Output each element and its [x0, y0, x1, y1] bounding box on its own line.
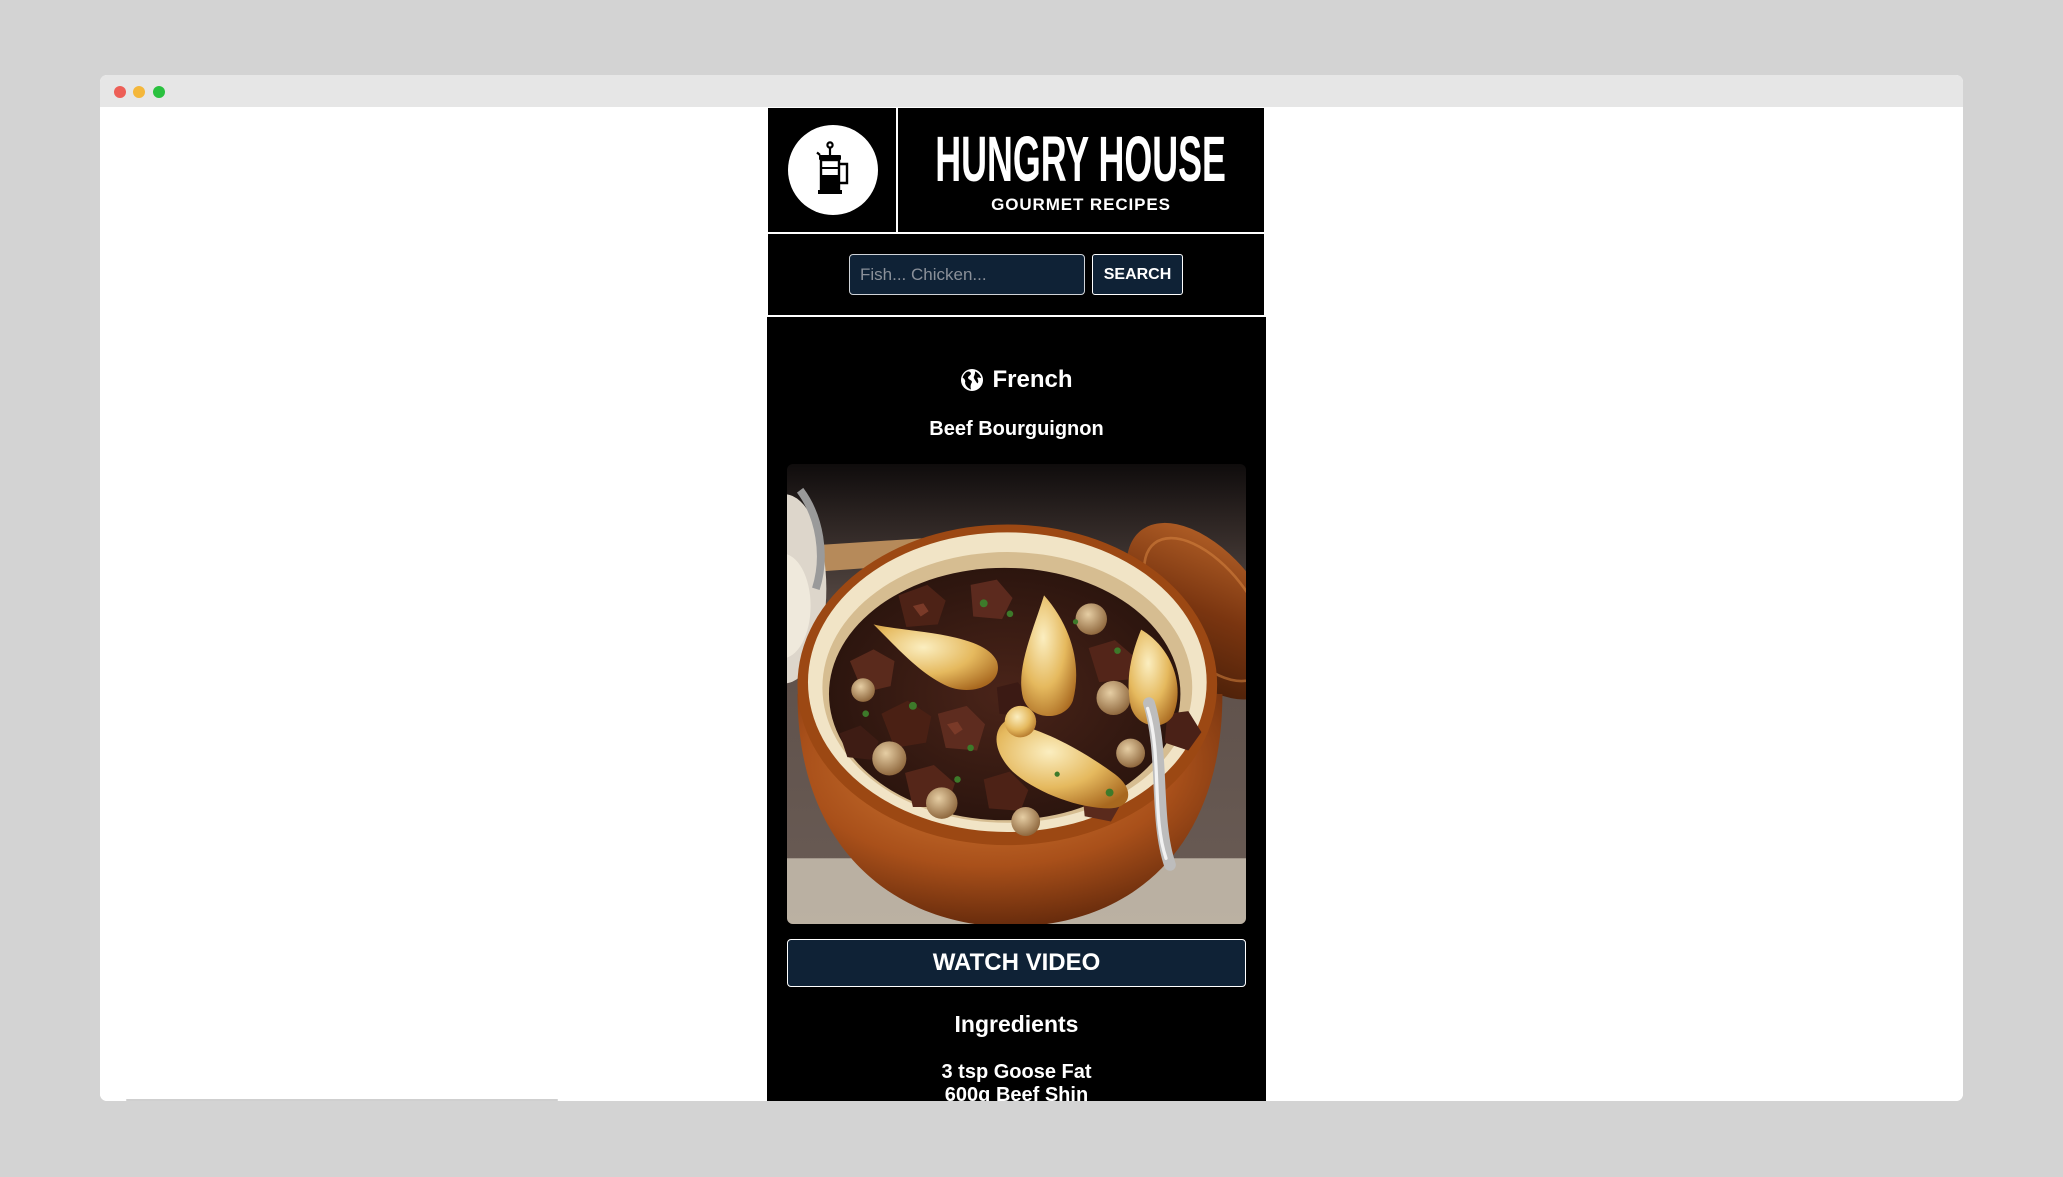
brand-title-container: HUNGRY HOUSE: [898, 127, 1264, 191]
site-header: HUNGRY HOUSE GOURMET RECIPES: [768, 108, 1264, 232]
ingredient-item: 3 tsp Goose Fat: [941, 1061, 1092, 1083]
recipe-photo-image: [787, 464, 1246, 924]
watch-video-button[interactable]: WATCH VIDEO: [787, 939, 1246, 987]
globe-icon: [961, 369, 984, 391]
window-titlebar: [100, 75, 1963, 107]
minimize-window-button[interactable]: [133, 86, 145, 98]
search-bar: SEARCH: [768, 234, 1264, 315]
browser-window: HUNGRY HOUSE GOURMET RECIPES SEARCH Fren…: [100, 75, 1963, 1101]
page-viewport: HUNGRY HOUSE GOURMET RECIPES SEARCH Fren…: [100, 107, 1963, 1101]
brand-wordmark[interactable]: HUNGRY HOUSE GOURMET RECIPES: [898, 108, 1264, 232]
ingredients-heading: Ingredients: [954, 1011, 1079, 1037]
cuisine-name: French: [992, 366, 1073, 393]
recipe-card: French Beef Bourguignon WATCH VIDEO Ingr…: [767, 317, 1266, 1101]
brand-title: HUNGRY HOUSE: [935, 123, 1227, 195]
cuisine-label: French: [767, 365, 1266, 395]
ingredient-item: 600g Beef Shin: [944, 1084, 1089, 1101]
french-press-icon: [816, 141, 849, 194]
search-button[interactable]: SEARCH: [1092, 254, 1183, 295]
logo-link[interactable]: [768, 108, 896, 232]
horizontal-scrollbar-thumb[interactable]: [126, 1099, 558, 1101]
search-input[interactable]: [849, 254, 1085, 295]
recipe-title: Beef Bourguignon: [929, 418, 1104, 440]
ingredients-list: 3 tsp Goose Fat 600g Beef Shin: [767, 1061, 1266, 1101]
maximize-window-button[interactable]: [153, 86, 165, 98]
close-window-button[interactable]: [114, 86, 126, 98]
brand-subtitle: GOURMET RECIPES: [991, 195, 1171, 214]
logo-badge: [788, 125, 878, 215]
recipe-photo: [787, 464, 1246, 924]
